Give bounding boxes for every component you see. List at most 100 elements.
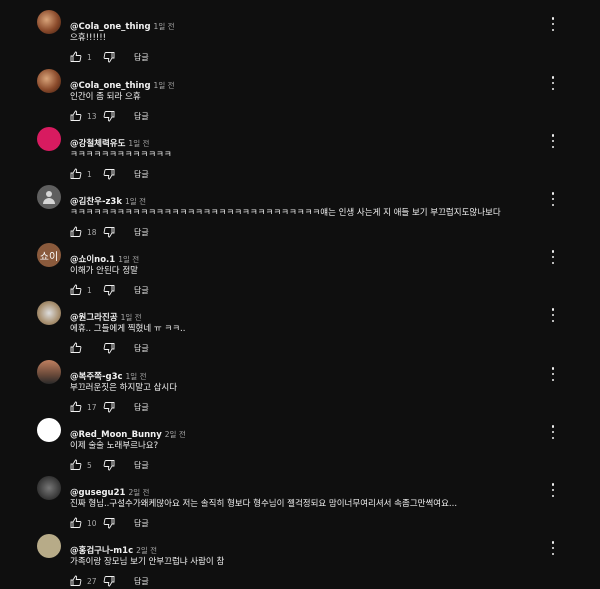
thumb-down-icon[interactable] xyxy=(103,226,115,238)
comment-time[interactable]: 1일 전 xyxy=(128,139,149,148)
avatar[interactable] xyxy=(37,360,61,384)
comment-author[interactable]: @원그라진공 xyxy=(70,313,118,323)
comment-text: 으휴!!!!!! xyxy=(70,33,107,43)
comment-actions: 17 답글 xyxy=(70,400,149,414)
comment-text: 인간이 좀 되라 으휴 xyxy=(70,92,141,102)
comment-time[interactable]: 1일 전 xyxy=(126,372,147,381)
more-vert-icon[interactable] xyxy=(548,134,558,148)
comment-item: @복주쪽-g3c 1일 전 부끄러운짓은 하지말고 삽시다 17 답글 xyxy=(0,357,600,415)
avatar[interactable] xyxy=(37,534,61,558)
comment-time[interactable]: 1일 전 xyxy=(154,81,175,90)
thumb-up-icon[interactable] xyxy=(70,284,82,296)
like-count: 1 xyxy=(87,285,92,295)
thumb-up-icon[interactable] xyxy=(70,168,82,180)
comment-author[interactable]: @쇼이no.1 xyxy=(70,255,115,265)
thumb-down-icon[interactable] xyxy=(103,51,115,63)
reply-button[interactable]: 답글 xyxy=(134,518,149,529)
comment-time[interactable]: 1일 전 xyxy=(118,255,139,264)
comment-time[interactable]: 2일 전 xyxy=(165,430,186,439)
like-count: 13 xyxy=(87,111,97,121)
more-vert-icon[interactable] xyxy=(548,367,558,381)
comment-header: @Red_Moon_Bunny 2일 전 xyxy=(70,426,186,440)
reply-button[interactable]: 답글 xyxy=(134,227,149,238)
avatar[interactable] xyxy=(37,185,61,209)
comment-time[interactable]: 1일 전 xyxy=(121,313,142,322)
comment-text: 이제 술술 노래부르나요? xyxy=(70,441,159,451)
comment-header: @쇼이no.1 1일 전 xyxy=(70,251,139,265)
comment-author[interactable]: @Red_Moon_Bunny xyxy=(70,430,162,440)
thumb-up-icon[interactable] xyxy=(70,575,82,587)
reply-button[interactable]: 답글 xyxy=(134,460,149,471)
avatar[interactable] xyxy=(37,476,61,500)
avatar[interactable]: 쇼이 xyxy=(37,243,61,267)
comment-actions: 1 답글 xyxy=(70,50,149,64)
avatar[interactable] xyxy=(37,69,61,93)
more-vert-icon[interactable] xyxy=(548,308,558,322)
thumb-up-icon[interactable] xyxy=(70,401,82,413)
reply-button[interactable]: 답글 xyxy=(134,402,149,413)
comment-actions: 1 답글 xyxy=(70,283,149,297)
comment-text: 부끄러운짓은 하지말고 삽시다 xyxy=(70,383,178,393)
thumb-down-icon[interactable] xyxy=(103,342,115,354)
comment-time[interactable]: 2일 전 xyxy=(136,546,157,555)
thumb-down-icon[interactable] xyxy=(103,517,115,529)
comment-author[interactable]: @홍검구나-m1c xyxy=(70,546,133,556)
like-count: 18 xyxy=(87,227,97,237)
comment-author[interactable]: @복주쪽-g3c xyxy=(70,372,123,382)
more-vert-icon[interactable] xyxy=(548,192,558,206)
thumb-up-icon[interactable] xyxy=(70,459,82,471)
avatar[interactable] xyxy=(37,10,61,34)
comment-author[interactable]: @김찬우-z3k xyxy=(70,197,122,207)
more-vert-icon[interactable] xyxy=(548,250,558,264)
reply-button[interactable]: 답글 xyxy=(134,111,149,122)
comment-item: @gusegu21 2일 전 진짜 형님..구설수가왜케많아요 저는 솔직히 형보… xyxy=(0,473,600,531)
comment-item: @Cola_one_thing 1일 전 인간이 좀 되라 으휴 13 답글 xyxy=(0,66,600,124)
comment-author[interactable]: @gusegu21 xyxy=(70,488,125,498)
comment-author[interactable]: @강철체력유도 xyxy=(70,139,125,149)
like-count: 10 xyxy=(87,518,97,528)
like-count: 1 xyxy=(87,52,92,62)
thumb-up-icon[interactable] xyxy=(70,51,82,63)
comment-header: @홍검구나-m1c 2일 전 xyxy=(70,542,157,556)
more-vert-icon[interactable] xyxy=(548,483,558,497)
thumb-down-icon[interactable] xyxy=(103,459,115,471)
comment-header: @복주쪽-g3c 1일 전 xyxy=(70,368,147,382)
thumb-down-icon[interactable] xyxy=(103,284,115,296)
comment-author[interactable]: @Cola_one_thing xyxy=(70,22,151,32)
avatar[interactable] xyxy=(37,418,61,442)
comment-header: @김찬우-z3k 1일 전 xyxy=(70,193,146,207)
comment-time[interactable]: 1일 전 xyxy=(154,22,175,31)
comment-text: ㅋㅋㅋㅋㅋㅋㅋㅋㅋㅋㅋㅋㅋㅋㅋㅋㅋㅋㅋㅋㅋㅋㅋㅋㅋㅋㅋㅋㅋㅋㅋㅋ얘는 인생 사는… xyxy=(70,208,501,218)
avatar[interactable] xyxy=(37,127,61,151)
thumb-down-icon[interactable] xyxy=(103,575,115,587)
avatar[interactable] xyxy=(37,301,61,325)
thumb-up-icon[interactable] xyxy=(70,110,82,122)
more-vert-icon[interactable] xyxy=(548,425,558,439)
thumb-down-icon[interactable] xyxy=(103,401,115,413)
comment-header: @gusegu21 2일 전 xyxy=(70,484,149,498)
thumb-down-icon[interactable] xyxy=(103,168,115,180)
reply-button[interactable]: 답글 xyxy=(134,52,149,63)
reply-button[interactable]: 답글 xyxy=(134,169,149,180)
reply-button[interactable]: 답글 xyxy=(134,285,149,296)
thumb-down-icon[interactable] xyxy=(103,110,115,122)
avatar-label: 쇼이 xyxy=(39,251,59,263)
reply-button[interactable]: 답글 xyxy=(134,576,149,587)
comment-author[interactable]: @Cola_one_thing xyxy=(70,81,151,91)
more-vert-icon[interactable] xyxy=(548,17,558,31)
comment-actions: 18 답글 xyxy=(70,225,149,239)
thumb-up-icon[interactable] xyxy=(70,517,82,529)
like-count: 5 xyxy=(87,460,92,470)
comment-time[interactable]: 1일 전 xyxy=(125,197,146,206)
comment-item: @Red_Moon_Bunny 2일 전 이제 술술 노래부르나요? 5 답글 xyxy=(0,415,600,473)
thumb-up-icon[interactable] xyxy=(70,226,82,238)
more-vert-icon[interactable] xyxy=(548,76,558,90)
comment-list: @Cola_one_thing 1일 전 으휴!!!!!! 1 답글 @Cola_… xyxy=(0,0,600,589)
more-vert-icon[interactable] xyxy=(548,541,558,555)
default-avatar-icon xyxy=(43,191,55,204)
thumb-up-icon[interactable] xyxy=(70,342,82,354)
reply-button[interactable]: 답글 xyxy=(134,343,149,354)
comment-text: 이해가 안된다 정말 xyxy=(70,266,138,276)
comment-item: 쇼이 @쇼이no.1 1일 전 이해가 안된다 정말 1 답글 xyxy=(0,240,600,298)
comment-time[interactable]: 2일 전 xyxy=(128,488,149,497)
